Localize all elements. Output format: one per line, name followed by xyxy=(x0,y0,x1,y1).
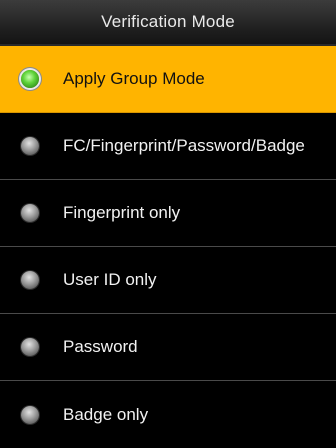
option-fingerprint-only[interactable]: Fingerprint only xyxy=(0,180,336,247)
radio-selected-icon[interactable] xyxy=(21,70,39,88)
title-bar: Verification Mode xyxy=(0,0,336,46)
page-title: Verification Mode xyxy=(101,12,235,31)
radio-unselected-icon[interactable] xyxy=(21,204,39,222)
option-label: Badge only xyxy=(63,404,149,424)
radio-unselected-icon[interactable] xyxy=(21,271,39,289)
option-label: Password xyxy=(63,337,138,356)
option-user-id-only[interactable]: User ID only xyxy=(0,247,336,314)
option-fc-fingerprint-password-badge[interactable]: FC/Fingerprint/Password/Badge xyxy=(0,113,336,180)
option-label: Fingerprint only xyxy=(63,203,181,222)
option-apply-group-mode[interactable]: Apply Group Mode xyxy=(0,46,336,113)
option-label: User ID only xyxy=(63,270,157,289)
option-label: Apply Group Mode xyxy=(63,69,205,88)
verification-mode-list: Apply Group Mode FC/Fingerprint/Password… xyxy=(0,46,336,448)
radio-unselected-icon[interactable] xyxy=(21,137,39,155)
option-label: FC/Fingerprint/Password/Badge xyxy=(63,136,305,155)
radio-unselected-icon[interactable] xyxy=(21,338,39,356)
verification-mode-screen: Verification Mode Apply Group Mode FC/Fi… xyxy=(0,0,336,448)
option-badge-only[interactable]: Badge only xyxy=(0,381,336,448)
option-password[interactable]: Password xyxy=(0,314,336,381)
radio-unselected-icon[interactable] xyxy=(21,405,39,424)
